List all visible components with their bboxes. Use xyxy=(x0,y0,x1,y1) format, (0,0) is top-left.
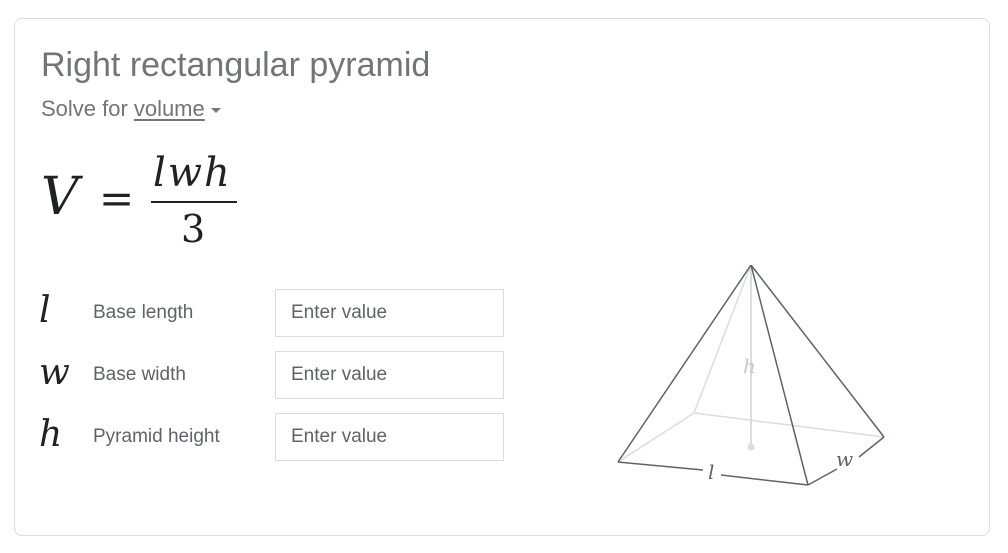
variable-label-base-length: Base length xyxy=(93,302,194,323)
formula-numerator: lwh xyxy=(153,150,232,196)
variable-symbol-l: l xyxy=(39,290,51,331)
variable-row-length: l Base length xyxy=(39,289,519,337)
calculator-card: Right rectangular pyramid Solve for volu… xyxy=(14,18,990,536)
formula-denominator: 3 xyxy=(181,207,206,251)
edge-base-width-a xyxy=(807,468,838,486)
base-length-input[interactable] xyxy=(275,289,504,337)
pyramid-illustration: h l w xyxy=(617,265,885,486)
pyramid-diagram: h l w xyxy=(615,265,915,515)
height-label: h xyxy=(743,354,756,378)
edge-base-length-b xyxy=(720,474,809,486)
base-center-dot xyxy=(747,443,755,451)
hidden-edge-back-left xyxy=(617,412,695,463)
edge-apex-front xyxy=(750,265,809,486)
variable-symbol-w: w xyxy=(39,352,70,393)
solve-for-row: Solve for volume xyxy=(41,95,221,123)
width-label: w xyxy=(836,447,853,471)
variable-label-base-width: Base width xyxy=(93,364,186,385)
length-label: l xyxy=(708,460,714,484)
solve-for-dropdown[interactable]: volume xyxy=(134,95,221,123)
formula-lhs: V xyxy=(41,167,79,227)
variable-label-pyramid-height: Pyramid height xyxy=(93,426,220,447)
solve-for-prefix: Solve for xyxy=(41,96,128,121)
edge-apex-left xyxy=(617,265,752,463)
hidden-edge-apex-back xyxy=(693,265,752,414)
hidden-edge-back-right xyxy=(693,412,885,438)
solve-for-selected-value[interactable]: volume xyxy=(134,95,205,123)
volume-formula: V = lwh 3 xyxy=(41,147,261,257)
caret-down-icon[interactable] xyxy=(210,107,221,113)
edge-apex-right xyxy=(750,265,885,438)
fraction-bar xyxy=(151,201,237,203)
base-width-input[interactable] xyxy=(275,351,504,399)
pyramid-height-input[interactable] xyxy=(275,413,504,461)
card-title: Right rectangular pyramid xyxy=(41,46,431,84)
variable-row-height: h Pyramid height xyxy=(39,413,519,461)
edge-base-width-b xyxy=(858,436,885,458)
edge-base-length-a xyxy=(617,461,704,471)
variable-row-width: w Base width xyxy=(39,351,519,399)
formula-equals: = xyxy=(99,174,135,223)
variable-symbol-h: h xyxy=(39,414,63,455)
